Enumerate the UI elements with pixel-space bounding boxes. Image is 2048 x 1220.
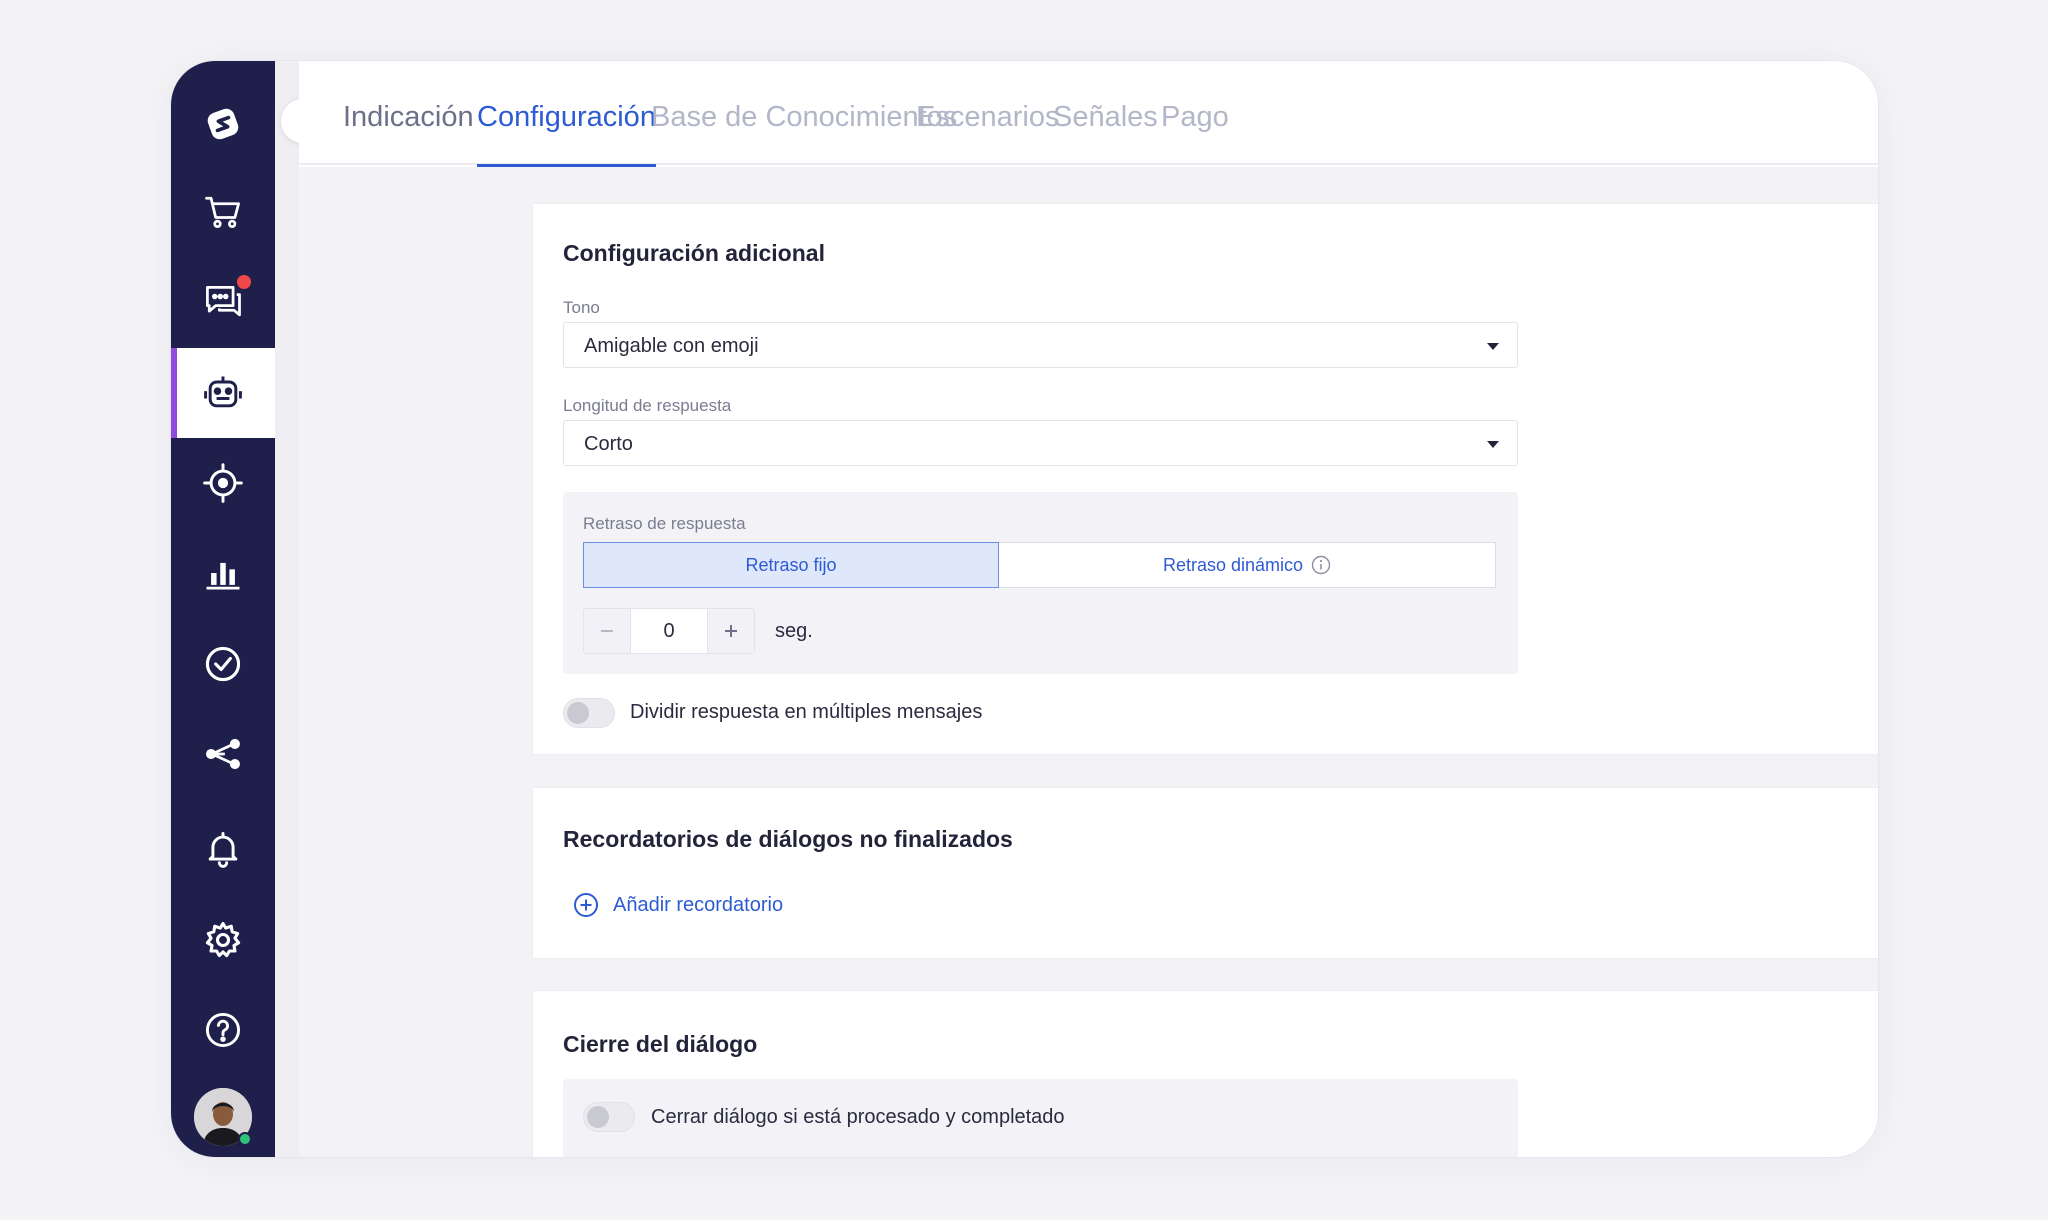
fixed-delay-option[interactable]: Retraso fijo: [583, 542, 999, 588]
minus-icon: [601, 630, 613, 632]
tab-base-de-conocimientos[interactable]: Base de Conocimientos: [651, 101, 957, 165]
online-status-dot: [238, 1132, 252, 1146]
split-response-label: Dividir respuesta en múltiples mensajes: [630, 701, 983, 723]
dynamic-delay-label: Retraso dinámico: [1162, 554, 1304, 575]
tab-indicacion[interactable]: Indicación: [343, 101, 474, 165]
close-dialog-panel: Cerrar diálogo si está procesado y compl…: [563, 1079, 1518, 1157]
chart-icon[interactable]: [171, 528, 275, 618]
delay-unit: seg.: [775, 620, 813, 642]
bell-icon[interactable]: [171, 804, 275, 894]
add-reminder-label: Añadir recordatorio: [613, 893, 784, 916]
delay-value-input[interactable]: 0: [630, 609, 708, 653]
reminders-card: Recordatorios de diálogos no finalizados…: [532, 787, 1878, 959]
info-icon[interactable]: [1311, 555, 1331, 575]
section-title: Cierre del diálogo: [563, 1031, 758, 1057]
toggle-knob: [567, 702, 589, 724]
tab-configuracion[interactable]: Configuración: [477, 101, 656, 167]
section-title: Configuración adicional: [563, 240, 825, 266]
content-area: Configuración adicional Tono Amigable co…: [299, 167, 1878, 1157]
tab-escenarios[interactable]: Escenarios: [916, 101, 1059, 165]
logo-icon[interactable]: [171, 79, 275, 169]
caret-down-icon: [1487, 441, 1499, 448]
robot-icon[interactable]: [171, 348, 275, 438]
increment-button[interactable]: [708, 609, 754, 653]
tab-bar: Indicación Configuración Base de Conocim…: [299, 61, 1878, 167]
caret-down-icon: [1487, 343, 1499, 350]
plus-circle-icon: [574, 893, 598, 917]
split-response-toggle[interactable]: [563, 698, 615, 728]
additional-settings-card: Configuración adicional Tono Amigable co…: [532, 203, 1878, 755]
close-dialog-label: Cerrar diálogo si está procesado y compl…: [651, 1106, 1065, 1128]
help-icon[interactable]: [171, 985, 275, 1075]
dialog-closing-card: Cierre del diálogo Cerrar diálogo si est…: [532, 990, 1878, 1157]
check-circle-icon[interactable]: [171, 619, 275, 709]
sidebar: [171, 61, 275, 1157]
response-length-value: Corto: [584, 433, 633, 455]
notification-badge: [237, 275, 251, 289]
section-title: Recordatorios de diálogos no finalizados: [563, 826, 1013, 852]
plus-icon: [725, 625, 737, 637]
decrement-button[interactable]: [584, 609, 630, 653]
tab-pago[interactable]: Pago: [1161, 101, 1229, 165]
tone-value: Amigable con emoji: [584, 335, 759, 357]
target-icon[interactable]: [171, 438, 275, 528]
gear-icon[interactable]: [171, 895, 275, 985]
toggle-knob: [587, 1106, 609, 1128]
tab-senales[interactable]: Señales: [1053, 101, 1158, 165]
dynamic-delay-option[interactable]: Retraso dinámico: [999, 542, 1496, 588]
response-length-label: Longitud de respuesta: [563, 396, 732, 415]
tone-select[interactable]: Amigable con emoji: [563, 322, 1518, 368]
sidebar-divider: [275, 61, 299, 1157]
app-window: Indicación Configuración Base de Conocim…: [171, 61, 1878, 1157]
delay-stepper: 0: [583, 608, 755, 654]
add-reminder-button[interactable]: Añadir recordatorio: [573, 892, 783, 918]
close-dialog-toggle[interactable]: [583, 1102, 635, 1132]
response-delay-label: Retraso de respuesta: [583, 514, 746, 533]
chat-icon[interactable]: [171, 257, 275, 347]
tone-label: Tono: [563, 298, 600, 317]
share-icon[interactable]: [171, 709, 275, 799]
response-length-select[interactable]: Corto: [563, 420, 1518, 466]
cart-icon[interactable]: [171, 167, 275, 257]
response-delay-panel: Retraso de respuesta Retraso fijo Retras…: [563, 492, 1518, 674]
